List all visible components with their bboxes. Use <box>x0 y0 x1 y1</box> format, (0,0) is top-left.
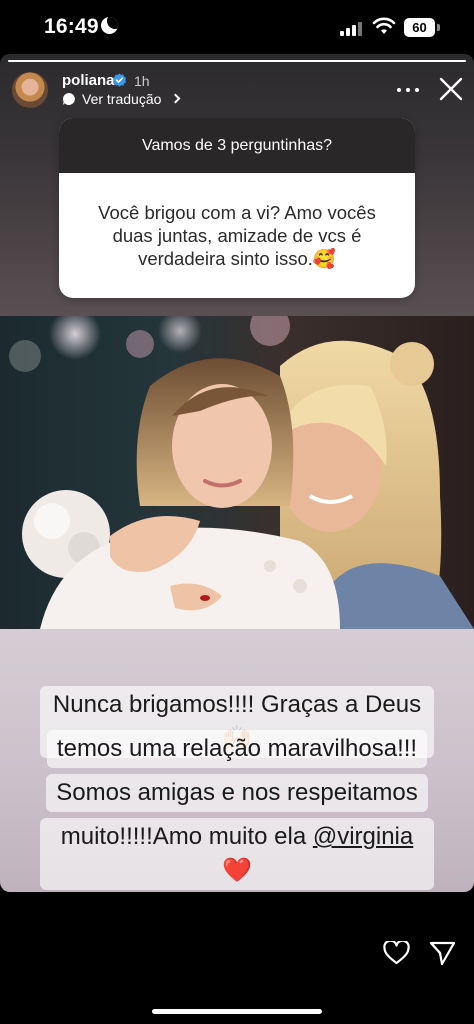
answer-line: temos uma relação maravilhosa!!! <box>40 730 434 768</box>
question-sticker-text: Você brigou com a vi? Amo vocês duas jun… <box>98 202 376 269</box>
story-photo <box>0 316 474 629</box>
send-icon[interactable] <box>429 940 456 966</box>
username[interactable]: poliana <box>62 72 115 89</box>
translate-bubble-icon <box>63 93 75 105</box>
photo-illustration <box>9 316 474 629</box>
home-indicator[interactable] <box>152 1009 322 1014</box>
see-translation-link[interactable]: Ver tradução <box>82 91 161 107</box>
close-icon[interactable] <box>438 76 464 102</box>
story-viewer[interactable]: poliana 1h Ver tradução Vamos de 3 pergu… <box>0 54 474 892</box>
post-time: 1h <box>134 73 150 89</box>
heart-emoji: ❤️ <box>222 857 252 884</box>
wifi-icon <box>372 17 396 34</box>
heart-icon[interactable] <box>383 941 410 965</box>
answer-line-text: temos uma relação maravilhosa!!! <box>46 730 428 768</box>
answer-line: Somos amigas e nos respeitamos <box>40 774 434 812</box>
mention-tag[interactable]: @virginia <box>313 823 413 850</box>
answer-line-text: Somos amigas e nos respeitamos <box>46 774 428 812</box>
answer-line-text: muito!!!!!Amo muito ela <box>60 823 307 850</box>
cellular-signal-icon <box>340 20 366 36</box>
battery-icon: 60 <box>404 18 435 37</box>
moon-icon <box>101 17 118 34</box>
avatar[interactable] <box>12 72 48 108</box>
story-progress-fill <box>8 60 466 62</box>
clock: 16:49 <box>44 15 99 38</box>
answer-line: muito!!!!!Amo muito ela @virginia ❤️ <box>40 818 434 890</box>
verified-badge-icon <box>112 73 127 87</box>
question-sticker-header: Vamos de 3 perguntinhas? <box>59 118 415 173</box>
story-progress-bar <box>8 60 466 62</box>
battery-tip <box>437 24 440 31</box>
answer-text-block: Nunca brigamos!!!! Graças a Deus🙌🏻 temos… <box>40 686 434 890</box>
status-bar: 16:49 60 <box>0 0 474 52</box>
more-horizontal-icon[interactable] <box>397 88 419 94</box>
answer-line-with-mention: muito!!!!!Amo muito ela @virginia ❤️ <box>40 818 434 890</box>
question-sticker[interactable]: Vamos de 3 perguntinhas? Você brigou com… <box>59 118 415 298</box>
